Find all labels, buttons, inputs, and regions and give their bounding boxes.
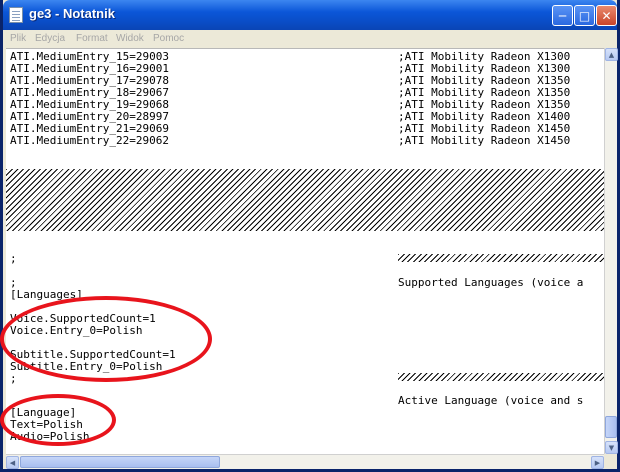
scroll-down-button[interactable]: ▼ [605, 441, 618, 454]
scroll-right-button[interactable]: ▶ [591, 456, 604, 469]
menu-help[interactable]: Pomoc [153, 33, 184, 44]
horizontal-scrollbar[interactable]: ◀ ▶ [6, 454, 604, 469]
menu-bar: Plik Edycja Format Widok Pomoc [3, 30, 617, 48]
arrow-right-icon: ▶ [594, 458, 601, 467]
vertical-scrollbar[interactable]: ▲ ▼ [604, 48, 618, 454]
minimize-icon: ─ [558, 8, 567, 23]
resize-grip[interactable] [604, 454, 617, 469]
window-title: ge3 - Notatnik [29, 6, 115, 21]
minimize-button[interactable]: ─ [552, 5, 573, 26]
annotation-circle-languages [0, 296, 212, 382]
annotation-circle-language [0, 394, 116, 446]
maximize-button[interactable]: □ [574, 5, 595, 26]
menu-edit[interactable]: Edycja [35, 33, 65, 44]
comment-slashes [398, 254, 604, 262]
comment-slashes [398, 373, 604, 381]
close-icon: ✕ [601, 8, 612, 23]
vertical-scroll-thumb[interactable] [605, 416, 617, 438]
close-button[interactable]: ✕ [596, 5, 617, 26]
title-bar[interactable]: ge3 - Notatnik ─ □ ✕ [3, 0, 617, 30]
arrow-left-icon: ◀ [9, 458, 16, 467]
notepad-app-icon[interactable] [9, 7, 23, 23]
arrow-down-icon: ▼ [608, 443, 615, 452]
menu-file[interactable]: Plik [10, 33, 26, 44]
text-editor[interactable]: ATI.MediumEntry_15=29003 ;ATI Mobility Ra… [6, 48, 604, 455]
scroll-up-button[interactable]: ▲ [605, 48, 618, 61]
maximize-icon: □ [578, 8, 591, 23]
menu-view[interactable]: Widok [116, 33, 144, 44]
arrow-up-icon: ▲ [608, 50, 615, 59]
comment-divider-hatch [6, 169, 604, 231]
menu-format[interactable]: Format [76, 33, 108, 44]
scroll-left-button[interactable]: ◀ [6, 456, 19, 469]
horizontal-scroll-thumb[interactable] [20, 456, 220, 468]
